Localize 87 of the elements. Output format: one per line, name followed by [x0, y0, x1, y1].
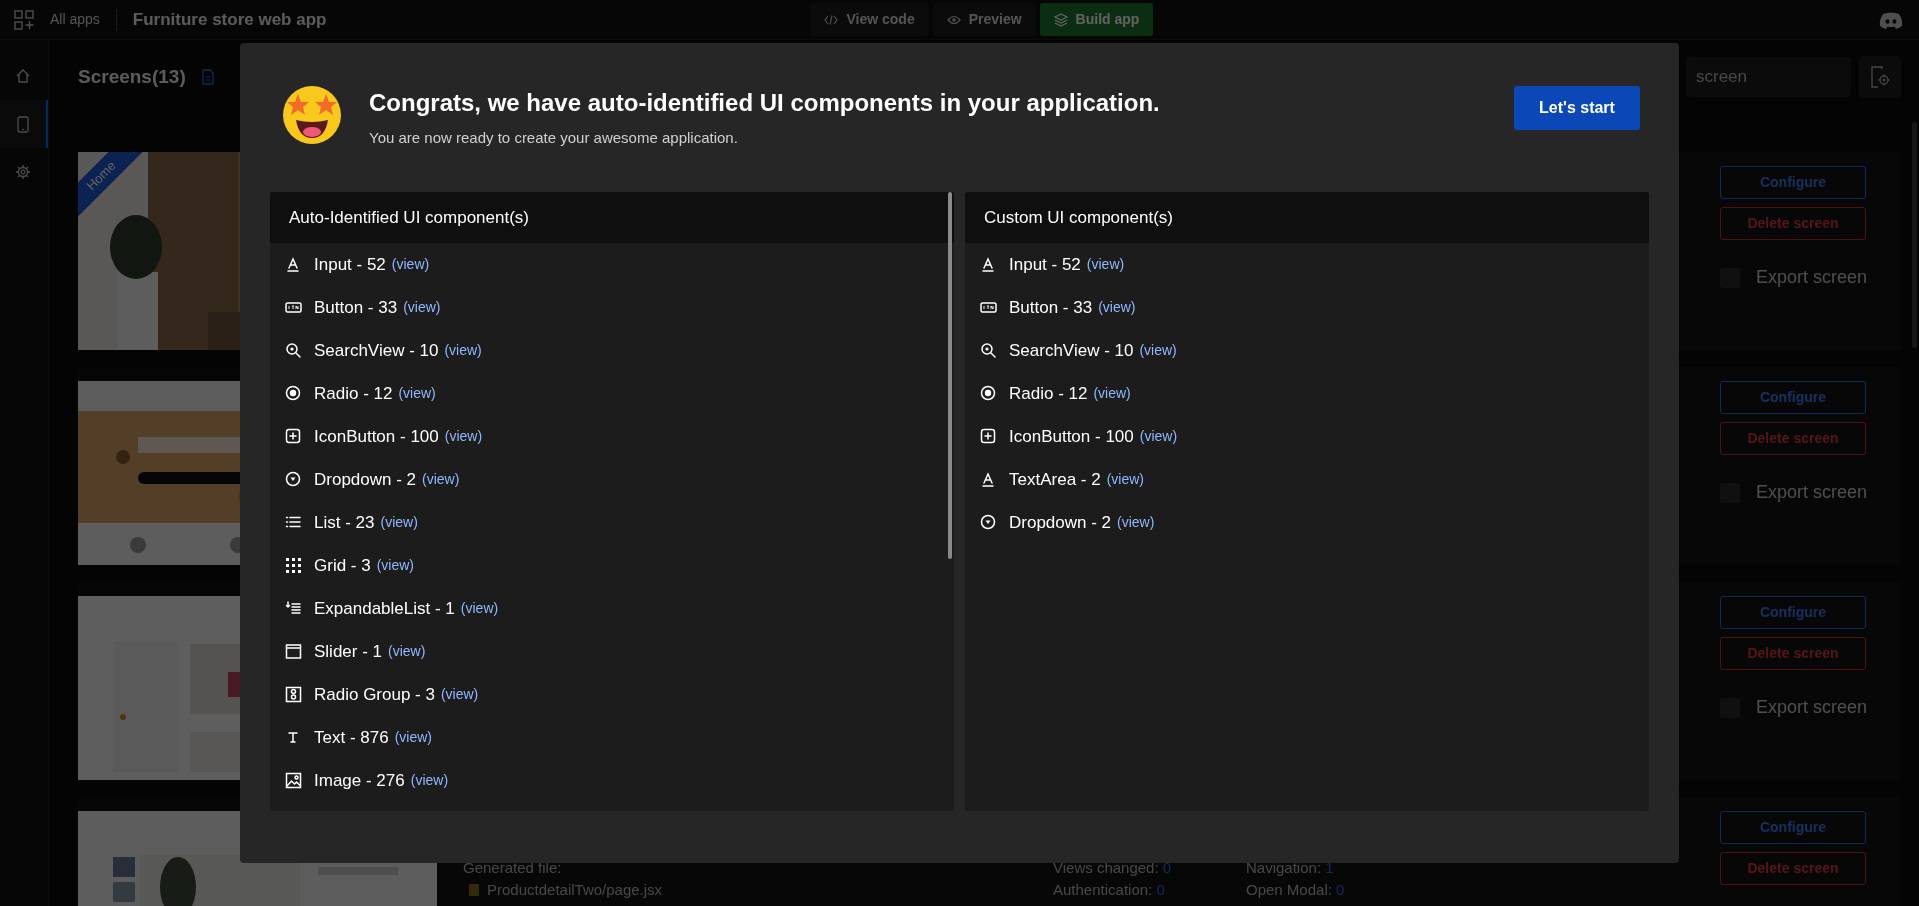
- component-label: Text - 876: [314, 726, 389, 749]
- component-label: IconButton - 100: [1009, 425, 1134, 448]
- settings-icon: [15, 164, 31, 181]
- layers-icon: [1053, 12, 1068, 27]
- plus-square-icon: [285, 428, 302, 445]
- view-link[interactable]: (view): [1139, 340, 1177, 361]
- panel-title: Custom UI component(s): [965, 192, 1649, 243]
- component-label: Input - 52: [314, 253, 386, 276]
- component-label: SearchView - 10: [1009, 339, 1134, 362]
- component-label: TextArea - 2: [1009, 468, 1101, 491]
- view-link[interactable]: (view): [388, 641, 426, 662]
- component-label: Button - 33: [1009, 296, 1093, 319]
- panel-title: Auto-Identified UI component(s): [270, 192, 954, 243]
- export-label: Export screen: [1756, 696, 1868, 720]
- screens-button[interactable]: [0, 100, 48, 149]
- view-link[interactable]: (view): [1093, 383, 1131, 404]
- search-icon: [285, 342, 302, 359]
- component-label: List - 23: [314, 511, 375, 534]
- dropdown-icon: [980, 514, 997, 531]
- home-icon: [15, 68, 31, 85]
- view-link[interactable]: (view): [1139, 426, 1178, 447]
- stat-label: Navigation: 1: [1246, 859, 1335, 878]
- image-icon: [285, 772, 302, 789]
- logo-icon: [1879, 11, 1903, 30]
- screen-settings-button[interactable]: [1859, 56, 1901, 99]
- view-link[interactable]: (view): [1106, 469, 1144, 490]
- button-icon: [980, 299, 997, 316]
- component-label: SearchView - 10: [314, 339, 439, 362]
- expandable-list-icon: [285, 600, 302, 617]
- dialog-title: Congrats, we have auto-identified UI components in your application.: [369, 88, 1160, 119]
- eye-icon: [946, 13, 961, 26]
- component-label: ExpandableList - 1: [314, 597, 455, 620]
- component-label: Radio Group - 3: [314, 683, 435, 706]
- view-link[interactable]: (view): [376, 555, 415, 576]
- component-label: IconButton - 100: [314, 425, 439, 448]
- window-icon: [285, 643, 302, 660]
- component-label: Image - 276: [314, 769, 405, 792]
- view-link[interactable]: (view): [440, 684, 479, 705]
- view-link[interactable]: (view): [391, 254, 430, 275]
- stat-label: Authentication: 0: [1053, 881, 1166, 900]
- view-link[interactable]: (view): [394, 727, 432, 748]
- start-button[interactable]: Let's start: [1514, 85, 1640, 130]
- stat-label: Views changed: 0: [1053, 859, 1173, 878]
- screens-title: Screens(13): [78, 64, 186, 89]
- radio-icon: [980, 385, 997, 402]
- file-icon: [469, 884, 479, 897]
- phone-icon: [17, 115, 29, 133]
- view-link[interactable]: (view): [1117, 512, 1155, 533]
- stat-label: Open Modal: 0: [1246, 881, 1346, 900]
- code-icon: [824, 13, 839, 26]
- button-icon: [285, 299, 302, 316]
- scrollbar[interactable]: [948, 192, 952, 559]
- view-link[interactable]: (view): [1086, 254, 1125, 275]
- export-label: Export screen: [1756, 481, 1868, 505]
- input-icon: [980, 471, 997, 488]
- component-label: Slider - 1: [314, 640, 383, 663]
- view-link[interactable]: (view): [1098, 297, 1136, 318]
- plus-square-icon: [980, 428, 997, 445]
- view-link[interactable]: (view): [398, 383, 436, 404]
- component-label: Grid - 3: [314, 554, 371, 577]
- apps-icon: [14, 9, 34, 30]
- project-title: Furniture store web app: [132, 8, 327, 31]
- component-label: Radio - 12: [1009, 382, 1088, 405]
- export-label: Export screen: [1756, 266, 1868, 290]
- component-label: Button - 33: [314, 296, 398, 319]
- view-link[interactable]: (view): [460, 598, 499, 619]
- view-link[interactable]: (view): [444, 340, 482, 361]
- view-link[interactable]: (view): [410, 770, 449, 791]
- grid-icon: [285, 557, 302, 574]
- input-icon: [285, 256, 302, 273]
- input-icon: [980, 256, 997, 273]
- dialog-subtitle: You are now ready to create your awesome application.: [369, 128, 739, 149]
- component-label: Dropdown - 2: [314, 468, 417, 491]
- document-icon: [201, 69, 214, 86]
- component-label: Input - 52: [1009, 253, 1081, 276]
- radio-group-icon: [285, 686, 302, 703]
- view-link[interactable]: (view): [422, 469, 460, 490]
- view-link[interactable]: (view): [444, 426, 483, 447]
- phone-settings-icon: [1870, 66, 1890, 89]
- search-icon: [980, 342, 997, 359]
- view-link[interactable]: (view): [403, 297, 441, 318]
- radio-icon: [285, 385, 302, 402]
- component-label: Dropdown - 2: [1009, 511, 1112, 534]
- component-label: Radio - 12: [314, 382, 393, 405]
- dropdown-icon: [285, 471, 302, 488]
- view-link[interactable]: (view): [380, 512, 418, 533]
- file-name: ProductdetailTwo/page.jsx: [487, 881, 663, 900]
